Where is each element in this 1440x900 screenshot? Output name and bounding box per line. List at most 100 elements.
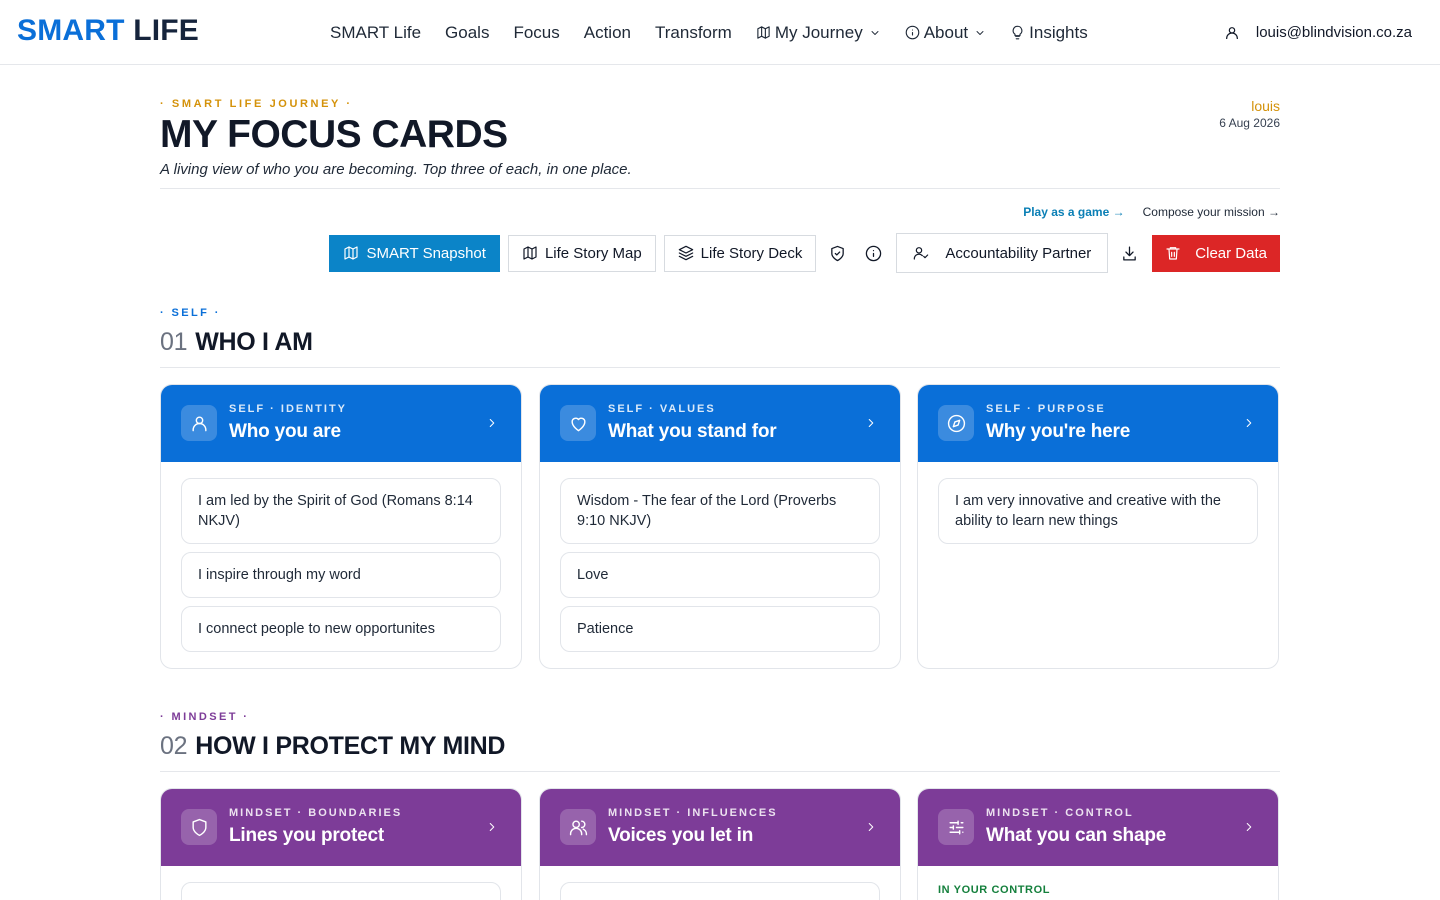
chevron-right-icon[interactable]: [1242, 416, 1256, 430]
card-item[interactable]: I am led by the Spirit of God (Romans 8:…: [181, 478, 501, 544]
card-body: Wisdom - The fear of the Lord (Proverbs …: [540, 462, 900, 668]
card-header[interactable]: MINDSET · BOUNDARIES Lines you protect: [161, 789, 521, 866]
card-icon-box: [938, 405, 974, 441]
main-nav: SMART Life Goals Focus Action Transform …: [330, 0, 1112, 65]
nav-action[interactable]: Action: [584, 23, 631, 43]
download-button[interactable]: [1114, 235, 1144, 272]
toolbar: SMART Snapshot Life Story Map Life Story…: [321, 233, 1280, 273]
life-story-deck-label: Life Story Deck: [700, 244, 803, 262]
shield-check-button[interactable]: [822, 235, 852, 272]
nav-focus[interactable]: Focus: [513, 23, 559, 43]
card-header[interactable]: SELF · PURPOSE Why you're here: [918, 385, 1278, 462]
section-title-text: HOW I PROTECT MY MIND: [195, 732, 506, 760]
card-eyebrow: MINDSET · INFLUENCES: [608, 807, 778, 819]
shield-icon: [191, 818, 207, 836]
card-header[interactable]: SELF · VALUES What you stand for: [540, 385, 900, 462]
user-email: louis@blindvision.co.za: [1255, 24, 1412, 41]
smart-snapshot-label: SMART Snapshot: [366, 244, 486, 262]
chevron-right-icon[interactable]: [485, 820, 499, 834]
clear-data-label: Clear Data: [1195, 244, 1267, 262]
page-subtitle: A living view of who you are becoming. T…: [160, 161, 632, 178]
accountability-partner-label: Accountability Partner: [945, 244, 1092, 262]
heart-icon: [570, 417, 586, 431]
focus-card-boundaries: MINDSET · BOUNDARIES Lines you protect: [160, 788, 522, 900]
map-icon: [757, 26, 770, 39]
card-title: What you stand for: [608, 421, 777, 442]
card-title: Who you are: [229, 421, 341, 442]
card-item[interactable]: I connect people to new opportunites: [181, 606, 501, 652]
compose-mission-link[interactable]: Compose your mission →: [1143, 205, 1280, 219]
card-title: Why you're here: [986, 421, 1131, 442]
card-body: [540, 866, 900, 900]
card-title: Voices you let in: [608, 825, 754, 846]
user-menu[interactable]: louis@blindvision.co.za: [1224, 0, 1412, 65]
play-as-game-link[interactable]: Play as a game →: [1023, 205, 1124, 219]
info-button[interactable]: [858, 235, 888, 272]
card-body: I am led by the Spirit of God (Romans 8:…: [161, 462, 521, 668]
card-icon-box: [181, 809, 217, 845]
card-item[interactable]: Patience: [560, 606, 880, 652]
page-title: MY FOCUS CARDS: [160, 113, 508, 156]
section-self-eyebrow: · SELF ·: [160, 307, 221, 319]
card-item[interactable]: I inspire through my word: [181, 552, 501, 598]
user-icon: [191, 415, 207, 431]
life-story-deck-button[interactable]: Life Story Deck: [663, 234, 817, 272]
card-item[interactable]: Wisdom - The fear of the Lord (Proverbs …: [560, 478, 880, 544]
in-your-control-label: IN YOUR CONTROL: [938, 884, 1051, 896]
users-icon: [569, 819, 587, 835]
nav-insights-label: Insights: [1029, 22, 1088, 42]
user-summary: louis 6 Aug 2026: [1219, 98, 1280, 130]
focus-card-influences: MINDSET · INFLUENCES Voices you let in: [539, 788, 901, 900]
nav-about[interactable]: About: [905, 23, 986, 43]
section-mindset-title: 02 HOW I PROTECT MY MIND: [160, 732, 505, 761]
card-icon-box: [560, 405, 596, 441]
lightbulb-icon: [1012, 25, 1023, 40]
focus-card-control: MINDSET · CONTROL What you can shape IN …: [917, 788, 1279, 900]
section-title-text: WHO I AM: [195, 328, 313, 356]
clear-data-button[interactable]: Clear Data: [1152, 234, 1280, 272]
card-header[interactable]: MINDSET · INFLUENCES Voices you let in: [540, 789, 900, 866]
card-item[interactable]: I am very innovative and creative with t…: [938, 478, 1258, 544]
card-title: Lines you protect: [229, 825, 384, 846]
card-body: IN YOUR CONTROL: [918, 866, 1278, 900]
smart-snapshot-button[interactable]: SMART Snapshot: [329, 234, 500, 272]
life-story-map-button[interactable]: Life Story Map: [507, 234, 656, 272]
card-header[interactable]: MINDSET · CONTROL What you can shape: [918, 789, 1278, 866]
download-icon: [1122, 245, 1136, 261]
card-icon-box: [560, 809, 596, 845]
brand-logo-part2: LIFE: [133, 14, 199, 47]
nav-goals[interactable]: Goals: [445, 23, 489, 43]
chevron-down-icon: [871, 30, 879, 35]
section-number: 02: [160, 732, 188, 760]
card-title: What you can shape: [986, 825, 1167, 846]
info-icon: [865, 245, 882, 261]
focus-card-purpose: SELF · PURPOSE Why you're here I am very…: [917, 384, 1279, 669]
section-divider: [160, 771, 1280, 772]
info-icon: [905, 25, 920, 40]
section-divider: [160, 367, 1280, 368]
layers-icon: [678, 245, 693, 261]
nav-smart-life[interactable]: SMART Life: [330, 23, 421, 43]
chevron-right-icon[interactable]: [864, 820, 878, 834]
chevron-right-icon[interactable]: [864, 416, 878, 430]
card-item[interactable]: [560, 882, 880, 900]
card-header[interactable]: SELF · IDENTITY Who you are: [161, 385, 521, 462]
map-icon: [344, 246, 359, 260]
card-item[interactable]: [181, 882, 501, 900]
card-body: [161, 866, 521, 900]
brand-logo[interactable]: SMART LIFE: [17, 14, 199, 48]
accountability-partner-button[interactable]: Accountability Partner: [896, 233, 1109, 273]
user-name: louis: [1251, 98, 1280, 114]
chevron-down-icon: [976, 30, 984, 35]
section-mindset-eyebrow: · MINDSET ·: [160, 711, 250, 723]
chevron-right-icon[interactable]: [1242, 820, 1256, 834]
nav-insights[interactable]: Insights: [1010, 23, 1088, 43]
chevron-right-icon[interactable]: [485, 416, 499, 430]
card-eyebrow: SELF · PURPOSE: [986, 403, 1106, 415]
card-icon-box: [938, 809, 974, 845]
section-number: 01: [160, 328, 188, 356]
nav-my-journey[interactable]: My Journey: [756, 23, 881, 43]
card-item[interactable]: Love: [560, 552, 880, 598]
nav-transform[interactable]: Transform: [655, 23, 732, 43]
trash-icon: [1166, 247, 1180, 260]
